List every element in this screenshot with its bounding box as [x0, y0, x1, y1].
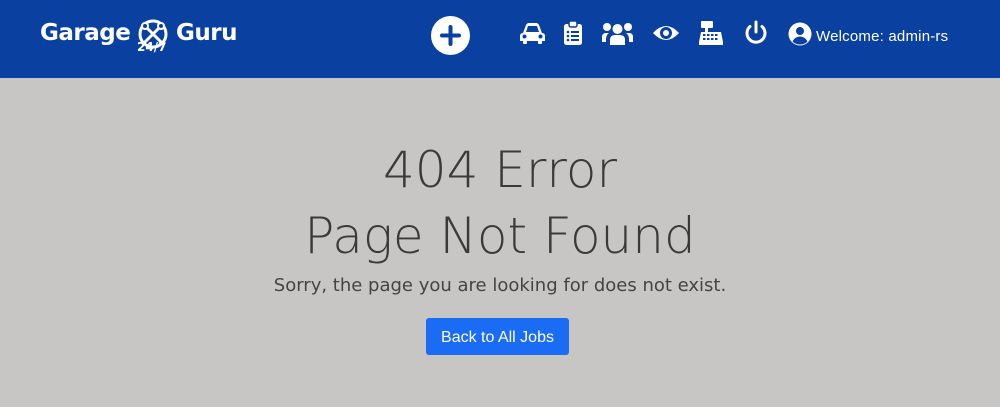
error-message: Sorry, the page you are looking for does…: [273, 275, 727, 296]
users-icon[interactable]: [601, 20, 634, 46]
cash-register-icon[interactable]: [698, 20, 724, 46]
add-job-button[interactable]: [431, 16, 470, 55]
error-content: 404 Error Page Not Found Sorry, the page…: [0, 78, 1000, 407]
clipboard-icon[interactable]: [563, 20, 583, 46]
top-navbar: Garage Guru 24/7 Welcome: admin-rs: [0, 0, 1000, 78]
user-circle-icon: [788, 22, 812, 46]
car-icon[interactable]: [519, 20, 546, 46]
error-title: 404 Error: [382, 141, 618, 199]
logo-word-guru: Guru: [176, 20, 237, 46]
logo-word-garage: Garage: [40, 20, 131, 46]
user-welcome[interactable]: Welcome: admin-rs: [788, 20, 948, 48]
error-subtitle: Page Not Found: [304, 207, 696, 265]
plus-icon: [440, 25, 461, 46]
welcome-username: Welcome: admin-rs: [816, 27, 949, 45]
back-to-all-jobs-button[interactable]: Back to All Jobs: [426, 318, 569, 355]
power-icon[interactable]: [743, 20, 769, 46]
eye-icon[interactable]: [652, 20, 680, 46]
logo-subtitle: 24/7: [137, 40, 167, 54]
garage-guru-logo[interactable]: Garage Guru 24/7: [40, 14, 240, 60]
